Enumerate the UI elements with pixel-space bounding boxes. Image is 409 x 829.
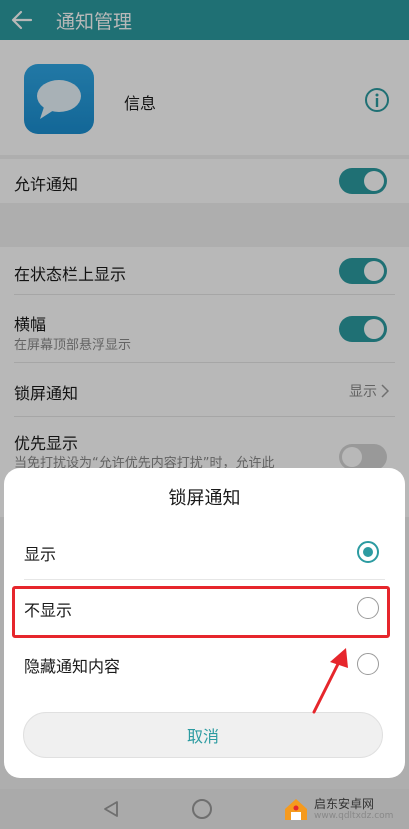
highlight-annotation (12, 586, 390, 638)
house-logo-icon (285, 799, 307, 820)
watermark: 启东安卓网 www.qdltxdz.com (282, 794, 393, 824)
option-show[interactable]: 显示 (4, 524, 405, 580)
radio-unchecked-icon[interactable] (357, 653, 379, 675)
watermark-title: 启东安卓网 (314, 796, 375, 811)
radio-checked-icon[interactable] (357, 541, 379, 563)
dialog-title: 锁屏通知 (168, 488, 241, 509)
red-arrow-annotation-icon (312, 648, 348, 714)
watermark-url: www.qdltxdz.com (314, 810, 394, 821)
option-label: 显示 (24, 545, 57, 564)
option-label: 隐藏通知内容 (24, 657, 121, 676)
